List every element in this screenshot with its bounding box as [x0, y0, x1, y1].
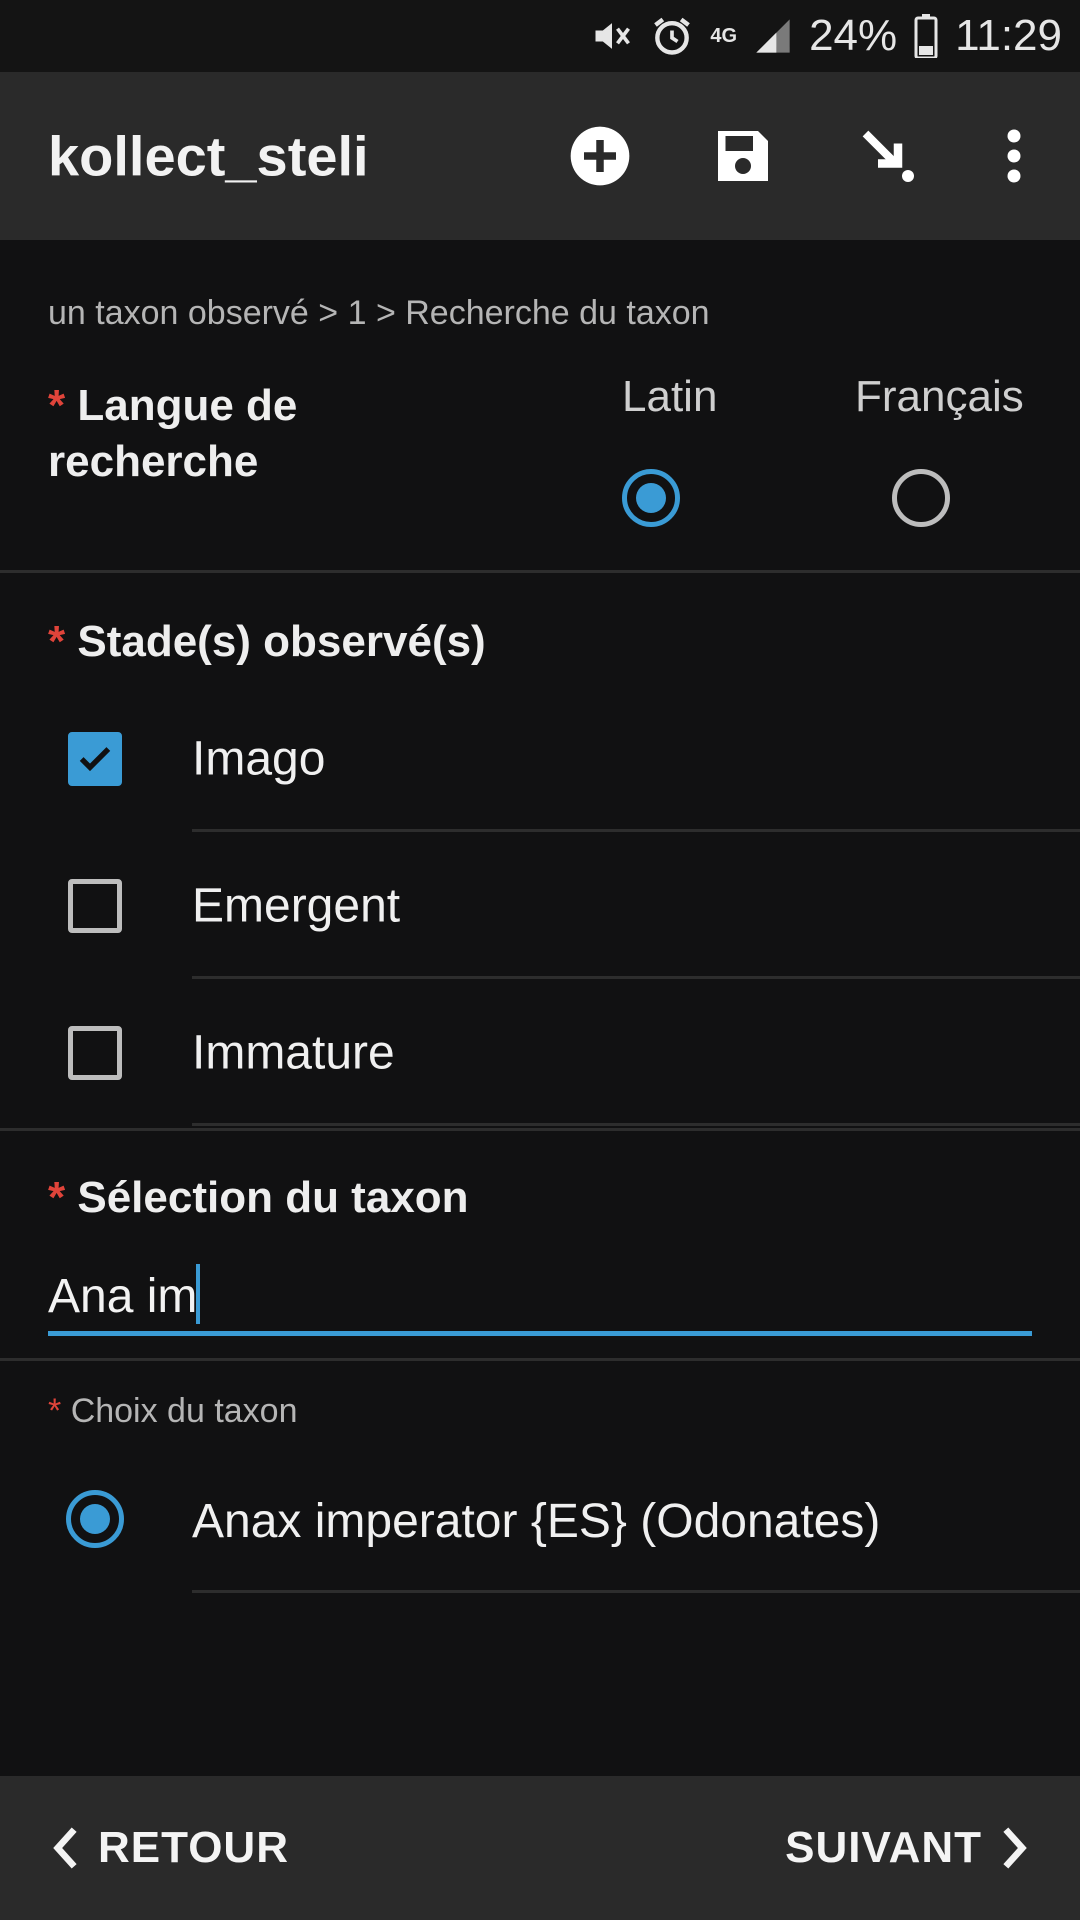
checkbox-row-emergent[interactable]: Emergent — [0, 833, 1080, 979]
signal-icon — [753, 16, 793, 56]
breadcrumb: un taxon observé > 1 > Recherche du taxo… — [48, 294, 710, 332]
required-marker: * — [48, 1392, 62, 1430]
download-arrow-icon — [862, 130, 914, 182]
checkbox-row-imago[interactable]: Imago — [0, 686, 1080, 832]
back-button[interactable]: RETOUR — [50, 1823, 289, 1873]
next-label: SUIVANT — [785, 1823, 982, 1872]
stades-label: Stade(s) observé(s) — [77, 617, 486, 666]
checkbox-row-immature[interactable]: Immature — [0, 980, 1080, 1126]
more-vert-icon — [1007, 129, 1021, 183]
radio-latin[interactable] — [622, 469, 680, 527]
divider — [192, 976, 1080, 979]
radio-latin-label: Latin — [622, 372, 718, 421]
save-icon — [718, 131, 768, 181]
back-label: RETOUR — [98, 1823, 289, 1872]
checkbox-label: Imago — [192, 732, 326, 786]
required-marker: * — [48, 381, 66, 430]
divider — [0, 1128, 1080, 1131]
choix-label: Choix du taxon — [70, 1392, 298, 1430]
selection-label: Sélection du taxon — [77, 1173, 469, 1222]
battery-icon — [913, 14, 939, 58]
text-caret — [196, 1264, 200, 1324]
langue-label: Langue de recherche — [48, 381, 298, 486]
radio-francais-label: Français — [855, 372, 1024, 421]
checkbox-imago[interactable] — [68, 732, 122, 786]
checkbox-label: Immature — [192, 1026, 395, 1080]
divider — [192, 829, 1080, 832]
radio-taxon-choice[interactable] — [66, 1490, 124, 1548]
langue-question: * Langue de recherche — [48, 378, 508, 490]
divider — [192, 1123, 1080, 1126]
chevron-left-icon — [53, 1827, 77, 1869]
check-icon — [79, 747, 111, 772]
bottom-navigation: RETOUR SUIVANT — [0, 1776, 1080, 1920]
network-4g-icon: 4G — [710, 25, 738, 47]
radio-francais[interactable] — [892, 469, 950, 527]
divider — [0, 570, 1080, 573]
required-marker: * — [48, 1173, 66, 1222]
choix-question: * Choix du taxon — [48, 1392, 298, 1431]
checkbox-emergent[interactable] — [68, 879, 122, 933]
checkbox-label: Emergent — [192, 879, 401, 933]
add-button[interactable] — [560, 116, 640, 196]
app-title: kollect_steli — [48, 124, 369, 188]
more-options-button[interactable] — [974, 116, 1054, 196]
add-circle-icon — [570, 126, 630, 186]
save-button[interactable] — [703, 116, 783, 196]
mute-vibrate-icon — [590, 14, 634, 58]
divider — [0, 1358, 1080, 1361]
taxon-choice-label[interactable]: Anax imperator {ES} (Odonates) — [192, 1494, 880, 1549]
stades-question: * Stade(s) observé(s) — [48, 614, 486, 670]
required-marker: * — [48, 617, 66, 666]
app-bar: kollect_steli — [0, 72, 1080, 240]
status-bar: 4G 24% 11:29 — [0, 0, 1080, 72]
checkbox-immature[interactable] — [68, 1026, 122, 1080]
clock: 11:29 — [955, 11, 1062, 60]
alarm-icon — [650, 14, 694, 58]
selection-question: * Sélection du taxon — [48, 1170, 469, 1226]
chevron-right-icon — [1003, 1827, 1027, 1869]
divider — [192, 1590, 1080, 1593]
battery-percent: 24% — [809, 11, 898, 60]
next-button[interactable]: SUIVANT — [785, 1823, 1030, 1873]
download-button[interactable] — [848, 116, 928, 196]
